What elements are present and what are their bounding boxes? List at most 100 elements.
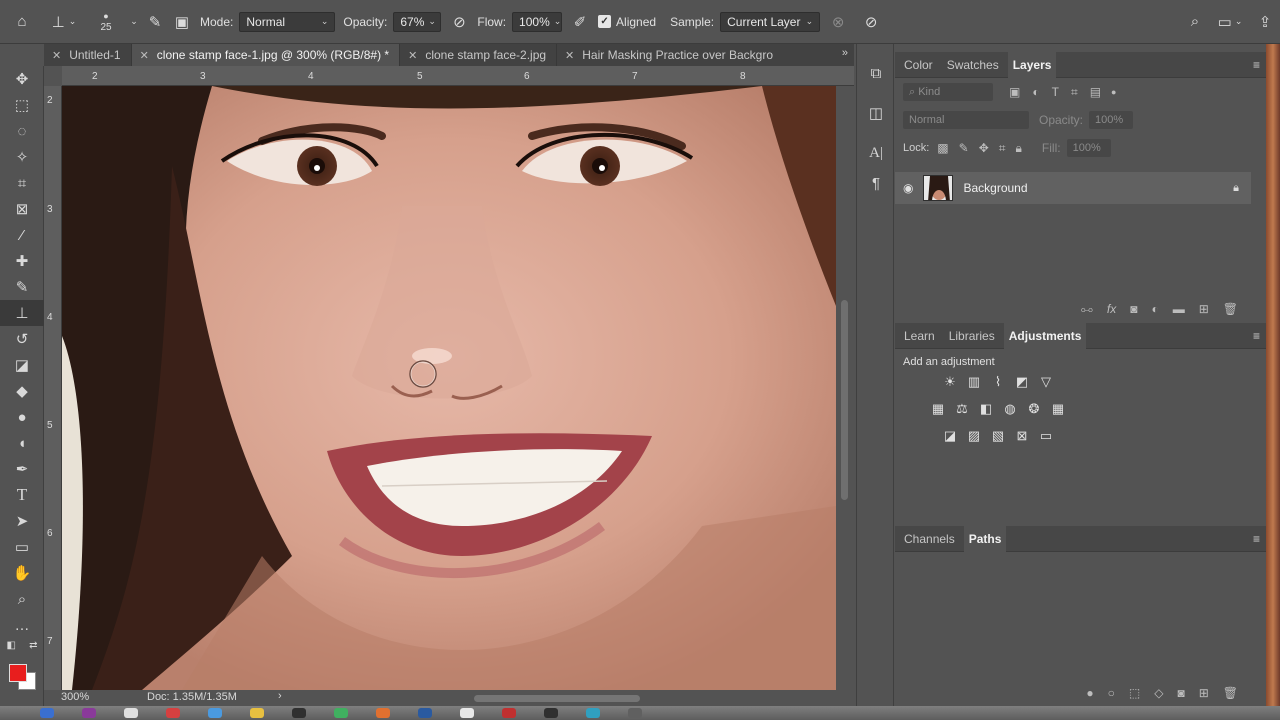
lock-artboard-icon[interactable]: ⌗ <box>999 141 1006 156</box>
load-selection-icon[interactable]: ⬚ <box>1129 686 1140 700</box>
lock-all-icon[interactable]: 🔒︎ <box>1016 141 1022 156</box>
dock-app-icon[interactable] <box>502 708 516 718</box>
character-panel-icon[interactable]: A| <box>857 138 895 168</box>
color-balance-icon[interactable]: ⚖ <box>953 400 971 418</box>
adjustment-filter-icon[interactable]: ◐ <box>1032 85 1039 99</box>
hue-saturation-icon[interactable]: ▦ <box>929 400 947 418</box>
more-tools-icon[interactable]: … <box>0 612 44 638</box>
tab-swatches[interactable]: Swatches <box>942 52 1004 78</box>
horizontal-scroll-thumb[interactable] <box>474 695 640 702</box>
dock-app-icon[interactable] <box>586 708 600 718</box>
tab-adjustments[interactable]: Adjustments <box>1003 322 1087 349</box>
smart-object-filter-icon[interactable]: ▤ <box>1090 85 1101 99</box>
layer-opacity-field[interactable]: 100% <box>1089 111 1134 129</box>
new-adjustment-layer-icon[interactable]: ◐ <box>1151 302 1158 316</box>
blend-mode-select[interactable]: Normal <box>903 111 1029 129</box>
color-lookup-icon[interactable]: ▦ <box>1049 400 1067 418</box>
tab-libraries[interactable]: Libraries <box>944 323 1000 349</box>
layer-name[interactable]: Background <box>963 181 1027 195</box>
tab-clone-stamp-face-2[interactable]: ✕ clone stamp face-2.jpg <box>400 44 558 66</box>
dock-app-icon[interactable] <box>82 708 96 718</box>
mode-select[interactable]: Normal ⌄ <box>239 11 336 32</box>
dock-app-icon[interactable] <box>334 708 348 718</box>
move-tool-icon[interactable]: ✥ <box>0 66 44 92</box>
hand-tool-icon[interactable]: ✋ <box>0 560 44 586</box>
photo-filter-icon[interactable]: ◍ <box>1001 400 1019 418</box>
share-icon[interactable]: ⇪ <box>1250 8 1280 36</box>
panel-menu-icon[interactable]: ≡ <box>1253 58 1260 72</box>
invert-icon[interactable]: ◪ <box>941 427 959 445</box>
vertical-scroll-thumb[interactable] <box>841 300 848 500</box>
layer-background[interactable]: ◉ Background 🔒︎ <box>895 172 1251 204</box>
healing-brush-tool-icon[interactable]: ✚ <box>0 248 44 274</box>
close-icon[interactable]: ✕ <box>565 49 574 62</box>
crop-tool-icon[interactable]: ⌗ <box>0 170 44 196</box>
flow-field[interactable]: 100% ⌄ <box>512 11 563 32</box>
paint-bucket-tool-icon[interactable]: ◆ <box>0 378 44 404</box>
fill-path-icon[interactable]: ● <box>1086 686 1093 700</box>
strip-grip[interactable] <box>857 44 893 58</box>
status-menu-arrow-icon[interactable]: › <box>278 690 282 702</box>
search-icon[interactable]: ⌕ <box>1180 8 1210 36</box>
blur-tool-icon[interactable]: ● <box>0 404 44 430</box>
lock-pixels-icon[interactable]: ▩ <box>937 141 948 155</box>
properties-panel-icon[interactable]: ◫ <box>857 98 895 128</box>
history-panel-icon[interactable]: ⧉ <box>857 58 895 88</box>
dock-app-icon[interactable] <box>208 708 222 718</box>
trash-icon[interactable]: 🗑︎ <box>1223 686 1238 700</box>
marquee-tool-icon[interactable]: ⬚ <box>0 92 44 118</box>
tab-paths[interactable]: Paths <box>963 525 1007 552</box>
fx-icon[interactable]: fx <box>1107 302 1116 316</box>
clone-source-panel-icon[interactable]: ▣ <box>170 8 194 36</box>
shape-filter-icon[interactable]: ⌗ <box>1071 85 1078 100</box>
tab-hair-masking-practice[interactable]: ✕ Hair Masking Practice over Backgro <box>557 44 783 66</box>
rectangle-tool-icon[interactable]: ▭ <box>0 534 44 560</box>
curves-icon[interactable]: ⌇ <box>989 373 1007 391</box>
document-canvas[interactable] <box>62 86 836 690</box>
dock-app-icon[interactable] <box>40 708 54 718</box>
dock-app-icon[interactable] <box>166 708 180 718</box>
selective-color-icon[interactable]: ⊠ <box>1013 427 1031 445</box>
frame-tool-icon[interactable]: ⊠ <box>0 196 44 222</box>
clone-stamp-tool-preset-icon[interactable]: ⊥ ⌄ <box>44 8 84 36</box>
new-layer-icon[interactable]: ⊞ <box>1199 302 1209 316</box>
lasso-tool-icon[interactable]: ◌ <box>0 118 44 144</box>
airbrush-icon[interactable]: ✐ <box>562 8 598 36</box>
add-mask-icon[interactable]: ◙ <box>1177 686 1184 700</box>
make-path-icon[interactable]: ◇ <box>1154 686 1163 700</box>
eye-icon[interactable]: ◉ <box>903 181 913 195</box>
quick-selection-tool-icon[interactable]: ✧ <box>0 144 44 170</box>
dock-app-icon[interactable] <box>292 708 306 718</box>
brush-size-picker[interactable]: ● 25 <box>84 8 128 36</box>
tab-color[interactable]: Color <box>899 52 938 78</box>
posterize-icon[interactable]: ▨ <box>965 427 983 445</box>
dodge-tool-icon[interactable]: ◖ <box>0 430 44 456</box>
gradient-map-icon[interactable]: ▭ <box>1037 427 1055 445</box>
layer-kind-filter[interactable]: ⌕ Kind <box>903 83 993 101</box>
tab-learn[interactable]: Learn <box>899 323 940 349</box>
history-brush-tool-icon[interactable]: ↺ <box>0 326 44 352</box>
swap-colors-icon[interactable]: ⇄ <box>29 640 37 651</box>
pressure-opacity-icon[interactable]: ⊘ <box>441 8 477 36</box>
close-icon[interactable]: ✕ <box>52 49 61 62</box>
tab-layers[interactable]: Layers <box>1007 51 1057 78</box>
eraser-tool-icon[interactable]: ◪ <box>0 352 44 378</box>
chevron-down-icon[interactable]: ⌄ <box>128 8 140 36</box>
dock-app-icon[interactable] <box>418 708 432 718</box>
type-tool-icon[interactable]: T <box>0 482 44 508</box>
threshold-icon[interactable]: ▧ <box>989 427 1007 445</box>
tabs-overflow-icon[interactable]: » <box>842 47 848 59</box>
lock-position-icon[interactable]: ✥ <box>979 141 989 155</box>
channel-mixer-icon[interactable]: ❂ <box>1025 400 1043 418</box>
paragraph-panel-icon[interactable]: ¶ <box>857 168 895 198</box>
black-white-icon[interactable]: ◧ <box>977 400 995 418</box>
eyedropper-tool-icon[interactable]: ⁄ <box>0 222 44 248</box>
new-path-icon[interactable]: ⊞ <box>1199 686 1209 700</box>
default-colors-icon[interactable]: ◧ ⇄ <box>0 638 44 652</box>
dock-app-icon[interactable] <box>544 708 558 718</box>
aligned-checkbox[interactable]: ✓ <box>598 15 612 28</box>
dock-app-icon[interactable] <box>460 708 474 718</box>
brightness-contrast-icon[interactable]: ☀ <box>941 373 959 391</box>
home-icon[interactable]: ⌂ <box>0 8 44 36</box>
levels-icon[interactable]: ▥ <box>965 373 983 391</box>
